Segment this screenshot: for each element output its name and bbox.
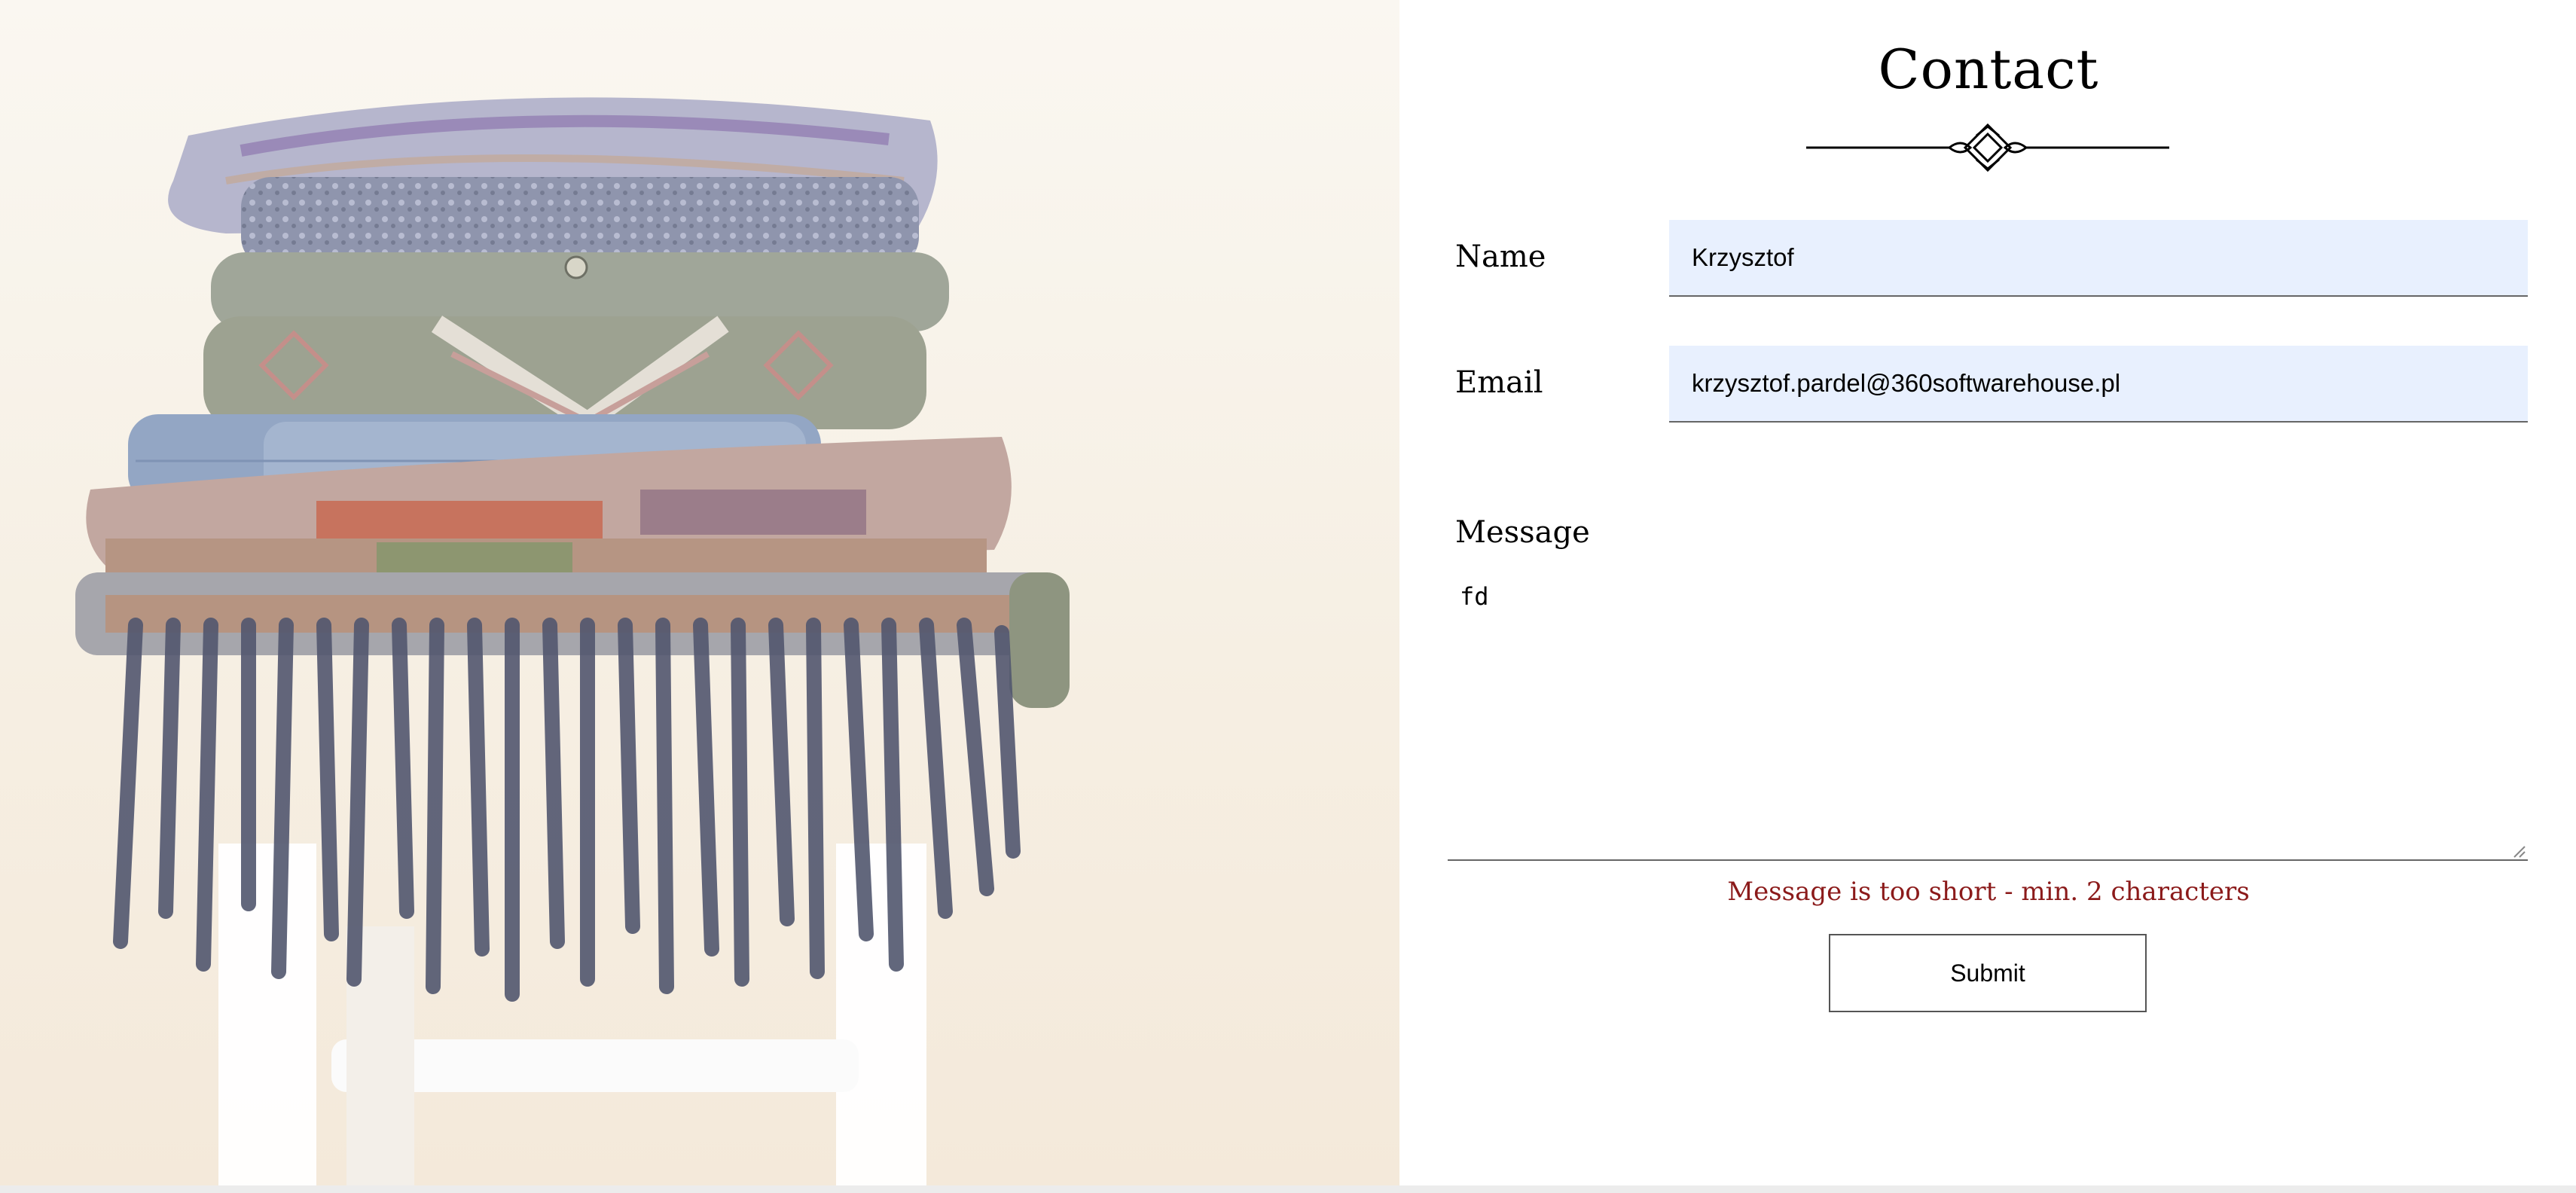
ornamental-divider-icon xyxy=(1806,123,2169,172)
name-input[interactable] xyxy=(1669,220,2528,297)
email-label: Email xyxy=(1455,365,1543,400)
resize-grip-icon[interactable] xyxy=(2511,844,2526,859)
message-error-text: Message is too short - min. 2 characters xyxy=(1727,877,2250,907)
bottom-strip xyxy=(0,1185,2576,1193)
message-textarea[interactable]: fd xyxy=(1448,561,2528,861)
blanket-stack-illustration xyxy=(75,97,1070,1185)
hero-image xyxy=(0,0,1399,1185)
page-title: Contact xyxy=(1878,38,2099,101)
submit-button[interactable]: Submit xyxy=(1829,934,2147,1012)
email-input[interactable] xyxy=(1669,346,2528,423)
name-label: Name xyxy=(1455,240,1546,274)
message-label: Message xyxy=(1455,515,1590,550)
